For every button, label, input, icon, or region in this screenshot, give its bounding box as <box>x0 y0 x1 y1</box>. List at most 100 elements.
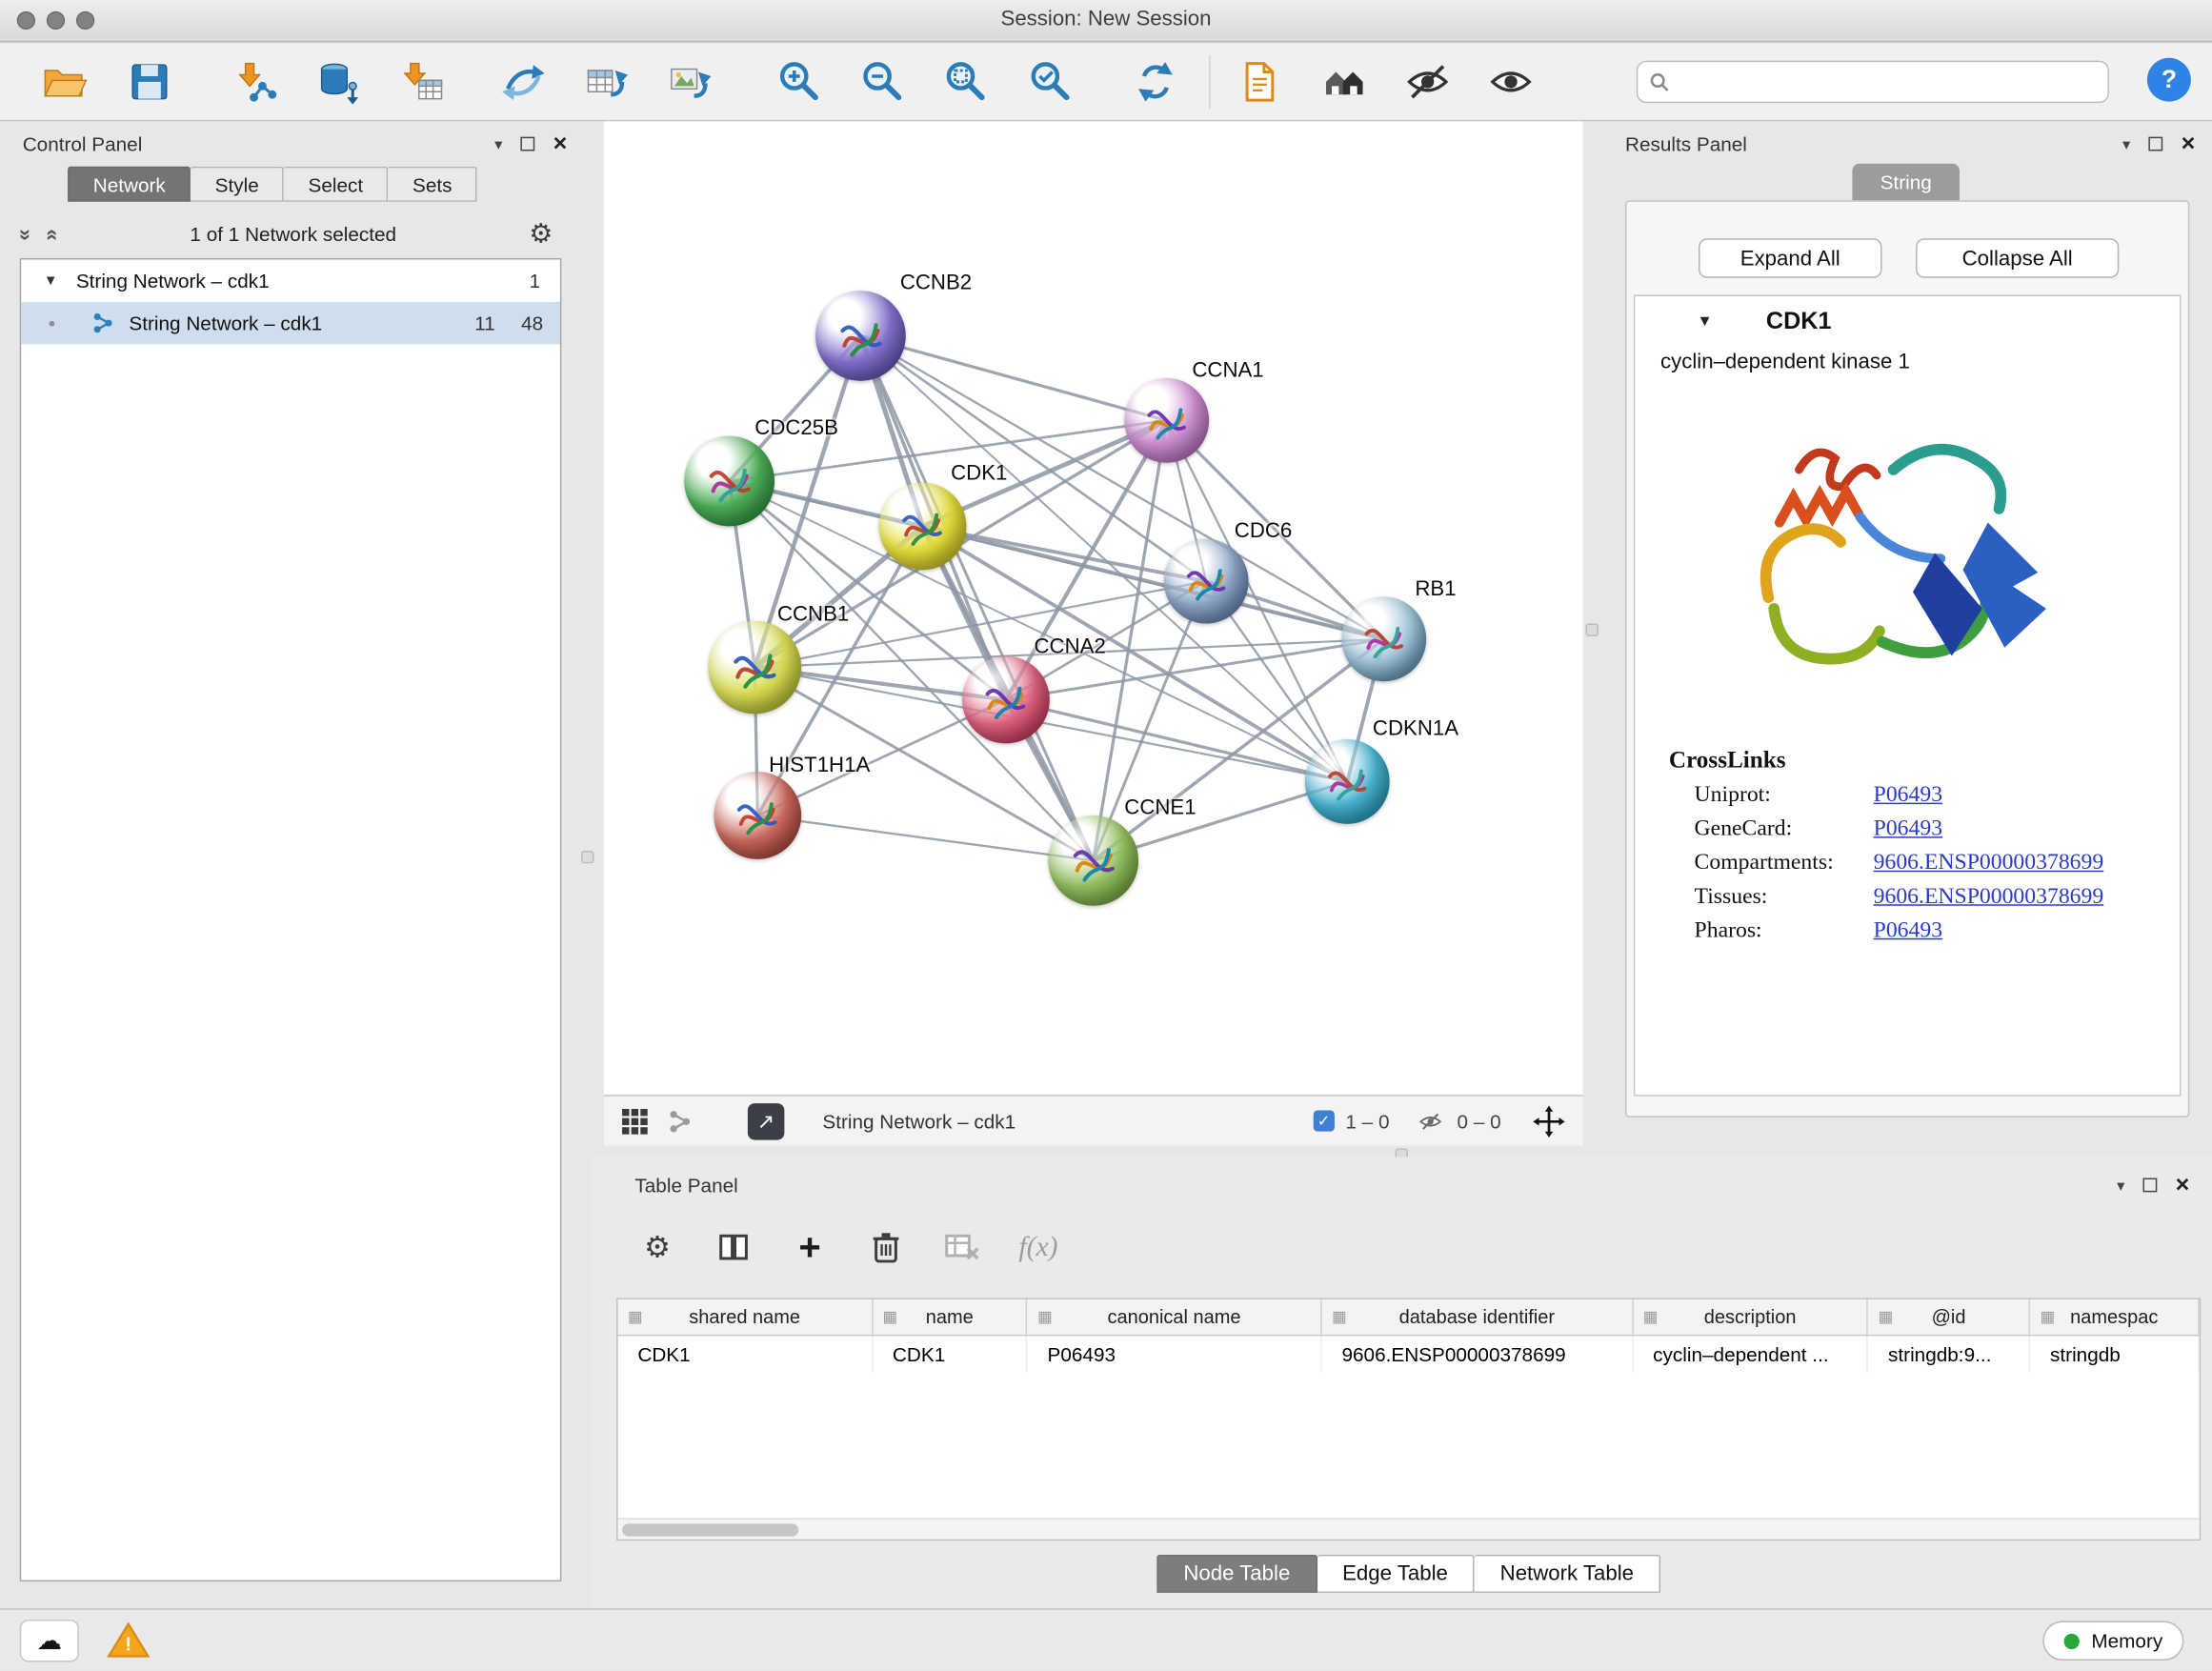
table-cell[interactable]: stringdb <box>2030 1336 2199 1373</box>
panel-close-icon[interactable]: × <box>2182 137 2196 151</box>
column-header-namespac[interactable]: ▦namespac <box>2030 1299 2199 1335</box>
table-cell[interactable]: CDK1 <box>873 1336 1028 1373</box>
zoom-in-icon[interactable] <box>772 53 828 110</box>
network-node-ccna2[interactable] <box>962 656 1050 744</box>
panel-close-icon[interactable]: × <box>2176 1178 2190 1193</box>
network-node-ccne1[interactable] <box>1048 815 1138 906</box>
show-columns-icon[interactable] <box>714 1226 753 1268</box>
network-options-gear-icon[interactable]: ⚙ <box>529 218 553 251</box>
table-cell[interactable]: 9606.ENSP00000378699 <box>1322 1336 1634 1373</box>
network-node-cdkn1a[interactable] <box>1305 739 1390 824</box>
collapse-all-networks-icon[interactable]: » <box>39 229 63 240</box>
apply-layout-icon[interactable] <box>1127 53 1183 110</box>
tab-select[interactable]: Select <box>284 167 388 202</box>
import-network-database-icon[interactable] <box>311 53 367 110</box>
warning-icon[interactable]: ! <box>108 1621 150 1666</box>
table-cell[interactable]: stringdb:9... <box>1868 1336 2030 1373</box>
panel-collapse-icon[interactable]: ▾ <box>2117 1176 2124 1194</box>
show-graphics-details-icon[interactable] <box>1482 53 1538 110</box>
network-node-ccnb1[interactable] <box>708 621 801 715</box>
column-type-icon: ▦ <box>1643 1308 1658 1326</box>
network-row[interactable]: ● String Network – cdk1 11 48 <box>21 302 560 344</box>
crosslink-value-link[interactable]: P06493 <box>1874 783 1942 809</box>
network-node-ccna1[interactable] <box>1124 378 1209 463</box>
node-label: CCNB1 <box>777 602 849 626</box>
network-node-hist1h1a[interactable] <box>714 772 801 859</box>
panel-float-icon[interactable] <box>2143 1178 2158 1193</box>
network-node-ccnb2[interactable] <box>815 291 906 381</box>
gene-section: ▼ CDK1 cyclin–dependent kinase 1 <box>1634 295 2182 1097</box>
network-node-cdc6[interactable] <box>1164 539 1249 624</box>
column-header--id[interactable]: ▦@id <box>1868 1299 2030 1335</box>
cloud-icon[interactable]: ☁ <box>20 1620 79 1661</box>
search-input[interactable] <box>1679 70 2096 93</box>
svg-text:!: ! <box>125 1634 131 1656</box>
hide-graphics-details-icon[interactable] <box>1399 53 1456 110</box>
collapse-all-button[interactable]: Collapse All <box>1916 238 2119 277</box>
zoom-selected-icon[interactable] <box>1023 53 1079 110</box>
tab-network-table[interactable]: Network Table <box>1475 1555 1660 1593</box>
memory-button[interactable]: Memory <box>2043 1621 2183 1661</box>
panel-collapse-icon[interactable]: ▾ <box>2122 134 2130 152</box>
pan-move-icon[interactable] <box>1532 1104 1566 1138</box>
column-header-database-identifier[interactable]: ▦database identifier <box>1322 1299 1634 1335</box>
crosslink-value-link[interactable]: P06493 <box>1874 918 1942 944</box>
tab-network[interactable]: Network <box>68 167 191 202</box>
node-label: HIST1H1A <box>769 754 870 777</box>
tab-sets[interactable]: Sets <box>389 167 477 202</box>
crosslink-value-link[interactable]: 9606.ENSP00000378699 <box>1874 885 2104 911</box>
add-column-icon[interactable]: + <box>790 1226 829 1268</box>
column-header-name[interactable]: ▦name <box>873 1299 1028 1335</box>
table-cell[interactable]: cyclin–dependent ... <box>1633 1336 1868 1373</box>
panel-close-icon[interactable]: × <box>553 137 568 151</box>
share-network-icon[interactable] <box>667 1108 693 1134</box>
crosslink-value-link[interactable]: 9606.ENSP00000378699 <box>1874 851 2104 876</box>
crosslink-row: Compartments:9606.ENSP00000378699 <box>1695 851 2180 876</box>
tab-edge-table[interactable]: Edge Table <box>1317 1555 1475 1593</box>
table-cell[interactable]: P06493 <box>1028 1336 1322 1373</box>
network-node-rb1[interactable] <box>1341 596 1426 681</box>
expand-all-button[interactable]: Expand All <box>1699 238 1882 277</box>
help-icon[interactable]: ? <box>2147 58 2191 102</box>
expand-all-networks-icon[interactable]: » <box>13 229 37 240</box>
column-header-description[interactable]: ▦description <box>1633 1299 1868 1335</box>
network-node-cdk1[interactable] <box>879 482 967 570</box>
new-network-icon[interactable] <box>495 53 552 110</box>
import-network-file-icon[interactable] <box>227 53 283 110</box>
crosslink-value-link[interactable]: P06493 <box>1874 816 1942 842</box>
table-horizontal-scrollbar[interactable] <box>618 1518 2200 1539</box>
network-node-cdc25b[interactable] <box>684 436 774 527</box>
search-box[interactable] <box>1637 61 2109 103</box>
column-header-shared-name[interactable]: ▦shared name <box>618 1299 874 1335</box>
panel-float-icon[interactable] <box>2149 137 2163 151</box>
save-session-icon[interactable] <box>121 53 177 110</box>
export-image-icon[interactable] <box>662 53 718 110</box>
panel-collapse-icon[interactable]: ▾ <box>494 134 502 152</box>
tab-node-table[interactable]: Node Table <box>1156 1555 1317 1593</box>
table-row[interactable]: CDK1CDK1P064939606.ENSP00000378699cyclin… <box>618 1336 2200 1373</box>
tab-style[interactable]: Style <box>191 167 284 202</box>
panel-float-icon[interactable] <box>521 137 535 151</box>
network-canvas[interactable]: CCNB2CCNA1CDC25BCDK1CDC6RB1CCNB1CCNA2CDK… <box>604 121 1583 1095</box>
panel-divider-grip[interactable] <box>581 851 593 863</box>
export-table-icon[interactable] <box>578 53 634 110</box>
network-collection-row[interactable]: ▼ String Network – cdk1 1 <box>21 259 560 301</box>
selected-items-checkbox-icon[interactable]: ✓ <box>1313 1110 1334 1131</box>
table-cell[interactable]: CDK1 <box>618 1336 874 1373</box>
zoom-fit-icon[interactable] <box>938 53 995 110</box>
collection-disclosure-icon[interactable]: ▼ <box>44 273 58 289</box>
zoom-out-icon[interactable] <box>855 53 911 110</box>
open-in-window-icon[interactable]: ↗ <box>748 1102 785 1139</box>
scrollbar-thumb[interactable] <box>622 1523 798 1536</box>
panel-divider-grip[interactable] <box>1586 624 1599 636</box>
gene-disclosure-icon[interactable]: ▼ <box>1698 313 1713 331</box>
open-session-icon[interactable] <box>35 53 91 110</box>
tab-string[interactable]: String <box>1852 164 1960 201</box>
copy-document-icon[interactable] <box>1232 53 1288 110</box>
column-header-canonical-name[interactable]: ▦canonical name <box>1028 1299 1322 1335</box>
import-table-icon[interactable] <box>395 53 452 110</box>
birds-eye-view-icon[interactable] <box>621 1107 650 1136</box>
delete-column-trash-icon[interactable] <box>866 1226 905 1268</box>
home-icon[interactable] <box>1317 53 1373 110</box>
table-settings-gear-icon[interactable]: ⚙ <box>637 1226 676 1268</box>
